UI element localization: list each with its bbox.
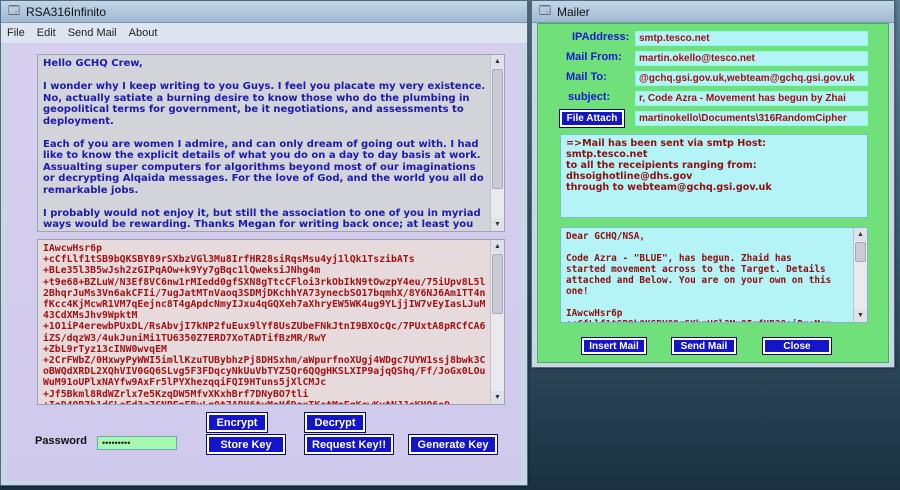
plaintext-content: Hello GCHQ Crew, I wonder why I keep wri… (43, 58, 486, 231)
plaintext-scrollbar[interactable]: ▲ ▼ (490, 55, 504, 231)
mail-status-textarea[interactable]: =>Mail has been sent via smtp Host: smtp… (560, 134, 868, 218)
ip-address-field[interactable]: smtp.tesco.net (635, 31, 868, 46)
rsa-window-title: RSA316Infinito (26, 4, 107, 19)
subject-label: subject: (568, 91, 611, 103)
ip-label: IPAddress: (572, 31, 630, 43)
mail-body-scrollbar[interactable]: ▲ ▼ (853, 228, 867, 322)
decrypt-button[interactable]: Decrypt (304, 412, 366, 433)
rsa-titlebar[interactable]: 🗔 RSA316Infinito (1, 1, 527, 23)
mail-to-label: Mail To: (566, 71, 607, 83)
menu-file[interactable]: File (1, 27, 31, 39)
store-key-button[interactable]: Store Key (206, 434, 286, 455)
menu-about[interactable]: About (123, 27, 164, 39)
ciphertext-scrollbar[interactable]: ▲ ▼ (490, 240, 504, 404)
mail-to-field[interactable]: @gchq.gsi.gov.uk,webteam@gchq.gsi.gov.uk (635, 71, 868, 86)
password-field[interactable]: ••••••••• (97, 436, 177, 450)
mail-from-label: Mail From: (566, 51, 622, 63)
rsa-window: 🗔 RSA316Infinito File Edit Send Mail Abo… (0, 0, 528, 486)
rsa-menubar: File Edit Send Mail About (1, 23, 527, 43)
request-key-button[interactable]: Request Key!! (304, 434, 394, 455)
scroll-thumb[interactable] (492, 254, 503, 314)
plaintext-textarea[interactable]: Hello GCHQ Crew, I wonder why I keep wri… (37, 54, 505, 232)
generate-key-button[interactable]: Generate Key (408, 434, 498, 455)
scroll-thumb[interactable] (492, 69, 503, 189)
app-icon: 🗔 (539, 5, 551, 17)
menu-send-mail[interactable]: Send Mail (62, 27, 123, 39)
scroll-down-icon[interactable]: ▼ (491, 391, 504, 404)
password-label: Password (35, 435, 87, 447)
ciphertext-content: IAwcwHsr6p +cCfLlf1tSB9bQKSBY89rSXbzVGl3… (43, 243, 486, 404)
mail-body-textarea[interactable]: Dear GCHQ/NSA, Code Azra - "BLUE", has b… (560, 227, 868, 323)
encrypt-button[interactable]: Encrypt (206, 412, 268, 433)
scroll-thumb[interactable] (855, 242, 866, 262)
ciphertext-textarea[interactable]: IAwcwHsr6p +cCfLlf1tSB9bQKSBY89rSXbzVGl3… (37, 239, 505, 405)
app-icon: 🗔 (8, 5, 20, 17)
scroll-up-icon[interactable]: ▲ (491, 55, 504, 68)
attachment-path-field[interactable]: martinokello\Documents\316RandomCipher (635, 111, 868, 126)
mail-from-field[interactable]: martin.okello@tesco.net (635, 51, 868, 66)
mailer-client-area: IPAddress: smtp.tesco.net Mail From: mar… (537, 23, 889, 363)
mail-status-content: =>Mail has been sent via smtp Host: smtp… (566, 138, 772, 193)
rsa-client-area: Hello GCHQ Crew, I wonder why I keep wri… (7, 43, 521, 481)
menu-edit[interactable]: Edit (31, 27, 62, 39)
insert-mail-button[interactable]: Insert Mail (581, 337, 647, 355)
scroll-down-icon[interactable]: ▼ (854, 309, 867, 322)
scroll-up-icon[interactable]: ▲ (491, 240, 504, 253)
scroll-down-icon[interactable]: ▼ (491, 218, 504, 231)
file-attach-button[interactable]: File Attach (559, 109, 625, 128)
mailer-window-title: Mailer (557, 4, 590, 19)
mail-body-content: Dear GCHQ/NSA, Code Azra - "BLUE", has b… (566, 231, 832, 322)
close-button[interactable]: Close (762, 337, 832, 355)
subject-field[interactable]: r, Code Azra - Movement has begun by Zha… (635, 91, 868, 106)
send-mail-button[interactable]: Send Mail (671, 337, 737, 355)
mailer-titlebar[interactable]: 🗔 Mailer (532, 1, 894, 23)
scroll-up-icon[interactable]: ▲ (854, 228, 867, 241)
mailer-window: 🗔 Mailer IPAddress: smtp.tesco.net Mail … (531, 0, 895, 368)
